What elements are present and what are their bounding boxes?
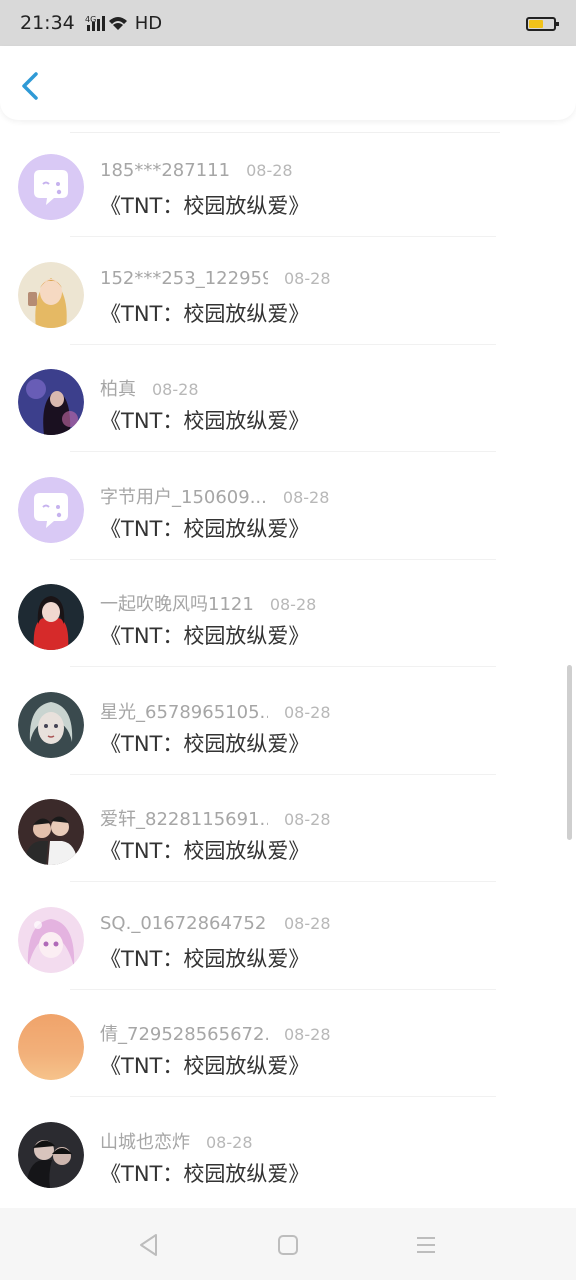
user-name: 字节用户_150609... (100, 487, 267, 508)
nav-menu-button[interactable] (411, 1230, 441, 1260)
list-item[interactable]: 字节用户_150609... 08-28 《TNT：校园放纵爱》 (0, 453, 576, 560)
list-item[interactable]: SQ._01672864752... 08-28 《TNT：校园放纵爱》 (0, 883, 576, 990)
chevron-left-icon (22, 72, 38, 100)
book-title: 《TNT：校园放纵爱》 (100, 194, 310, 218)
header-bar (0, 46, 576, 120)
date: 08-28 (284, 269, 331, 288)
divider (70, 1096, 496, 1097)
photo-avatar-icon (18, 799, 84, 865)
divider (70, 236, 496, 237)
menu-lines-icon (417, 1237, 435, 1253)
book-title: 《TNT：校园放纵爱》 (100, 732, 310, 756)
hd-label: HD (134, 12, 163, 34)
user-name: 一起吹晚风吗1121 (100, 594, 254, 615)
date: 08-28 (284, 914, 331, 933)
status-time: 21:34 (20, 12, 75, 34)
chat-bubble-avatar-icon (18, 154, 84, 220)
book-title: 《TNT：校园放纵爱》 (100, 839, 310, 863)
date: 08-28 (284, 810, 331, 829)
photo-avatar-icon (18, 584, 84, 650)
photo-avatar-icon (18, 907, 84, 973)
book-title: 《TNT：校园放纵爱》 (100, 624, 310, 648)
date: 08-28 (284, 1025, 331, 1044)
user-name: 星光_6578965105... (100, 702, 268, 723)
photo-avatar-icon (18, 369, 84, 435)
photo-avatar-icon (18, 1122, 84, 1188)
user-name: 山城也恋炸 (100, 1132, 190, 1153)
user-name: 152***253_122959... (100, 268, 268, 289)
list-item[interactable]: 152***253_122959... 08-28 《TNT：校园放纵爱》 (0, 238, 576, 345)
nav-back-button[interactable] (134, 1230, 164, 1260)
date: 08-28 (206, 1133, 253, 1152)
list-item[interactable]: 爱轩_8228115691... 08-28 《TNT：校园放纵爱》 (0, 775, 576, 882)
user-name: 185***287111 (100, 160, 231, 181)
chat-bubble-avatar-icon (18, 477, 84, 543)
user-name: SQ._01672864752... (100, 913, 268, 934)
list-item[interactable]: 山城也恋炸 08-28 《TNT：校园放纵爱》 (0, 1098, 576, 1205)
divider (70, 881, 496, 882)
list-item[interactable]: 185***287111 08-28 《TNT：校园放纵爱》 (0, 130, 576, 237)
list-item[interactable]: 柏真 08-28 《TNT：校园放纵爱》 (0, 345, 576, 452)
avatar (18, 1122, 84, 1188)
book-title: 《TNT：校园放纵爱》 (100, 947, 310, 971)
avatar (18, 477, 84, 543)
list-item[interactable]: 星光_6578965105... 08-28 《TNT：校园放纵爱》 (0, 668, 576, 775)
divider (70, 666, 496, 667)
avatar (18, 154, 84, 220)
battery-icon (526, 17, 559, 31)
battery-fill (529, 20, 543, 28)
photo-avatar-icon (18, 1014, 84, 1080)
signal-icon: 4G HD (85, 13, 162, 34)
avatar (18, 262, 84, 328)
book-title: 《TNT：校园放纵爱》 (100, 409, 310, 433)
photo-avatar-icon (18, 262, 84, 328)
avatar (18, 1014, 84, 1080)
avatar (18, 907, 84, 973)
triangle-back-icon (140, 1234, 157, 1256)
photo-avatar-icon (18, 692, 84, 758)
avatar (18, 369, 84, 435)
divider (70, 451, 496, 452)
date: 08-28 (284, 703, 331, 722)
book-title: 《TNT：校园放纵爱》 (100, 302, 310, 326)
date: 08-28 (269, 595, 317, 614)
back-button[interactable] (14, 66, 50, 106)
list-item[interactable]: 倩_729528565672... 08-28 《TNT：校园放纵爱》 (0, 990, 576, 1097)
date: 08-28 (282, 488, 330, 507)
nav-home-button[interactable] (273, 1230, 303, 1260)
scrollbar[interactable] (567, 665, 572, 840)
navigation-bar (0, 1208, 576, 1280)
date: 08-28 (152, 380, 199, 399)
avatar (18, 584, 84, 650)
book-title: 《TNT：校园放纵爱》 (100, 1054, 310, 1078)
user-name: 倩_729528565672... (100, 1024, 268, 1045)
square-home-icon (278, 1235, 298, 1255)
list-item[interactable]: 一起吹晚风吗1121 08-28 《TNT：校园放纵爱》 (0, 560, 576, 667)
book-title: 《TNT：校园放纵爱》 (100, 517, 310, 541)
avatar (18, 692, 84, 758)
user-name: 爱轩_8228115691... (100, 809, 268, 830)
status-bar: 21:34 4G HD (0, 0, 576, 46)
book-title: 《TNT：校园放纵爱》 (100, 1162, 310, 1186)
date: 08-28 (246, 161, 293, 180)
user-name: 柏真 (100, 379, 136, 400)
avatar (18, 799, 84, 865)
